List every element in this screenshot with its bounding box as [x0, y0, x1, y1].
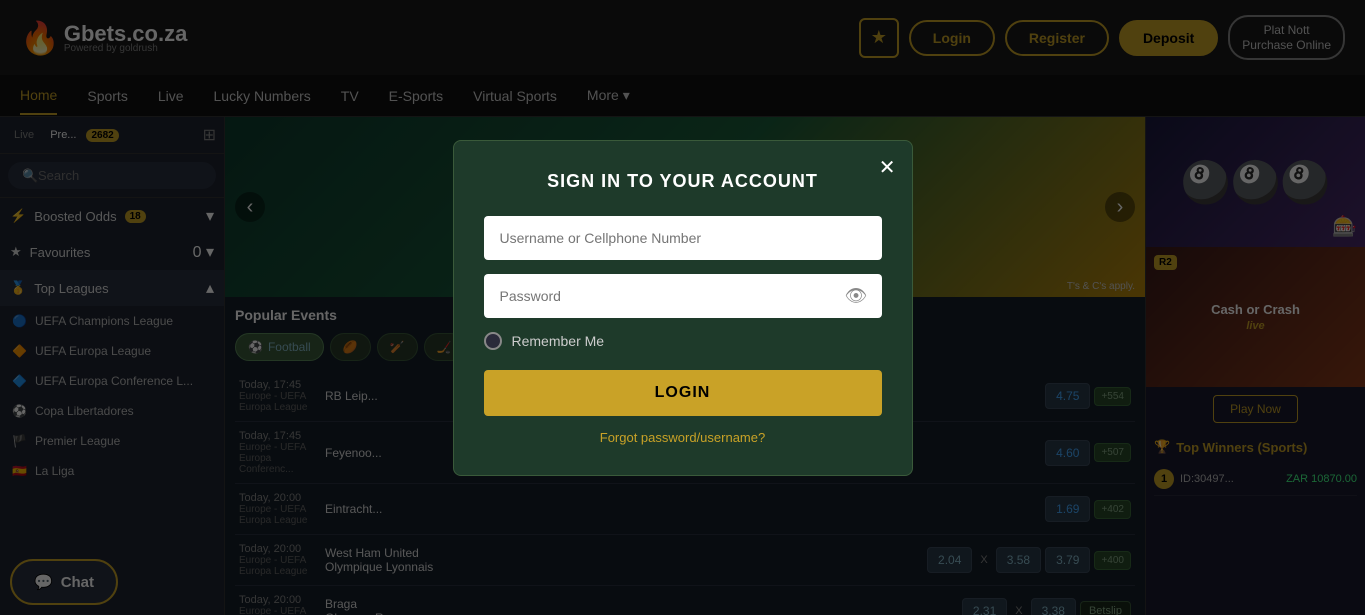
remember-me-radio[interactable]	[484, 332, 502, 350]
remember-me-label: Remember Me	[512, 333, 605, 349]
password-wrap: 👁	[484, 274, 882, 318]
remember-me-row: Remember Me	[484, 332, 882, 350]
modal-close-button[interactable]: ✕	[879, 155, 896, 180]
sign-in-modal: SIGN IN TO YOUR ACCOUNT ✕ 👁 Remember Me …	[453, 140, 913, 476]
login-submit-button[interactable]: LOGIN	[484, 370, 882, 416]
forgot-password-link[interactable]: Forgot password/username?	[484, 430, 882, 445]
modal-overlay[interactable]: SIGN IN TO YOUR ACCOUNT ✕ 👁 Remember Me …	[0, 0, 1365, 615]
modal-title: SIGN IN TO YOUR ACCOUNT	[484, 171, 882, 192]
username-input[interactable]	[484, 216, 882, 260]
password-input[interactable]	[484, 274, 882, 318]
eye-icon[interactable]: 👁	[845, 285, 868, 306]
